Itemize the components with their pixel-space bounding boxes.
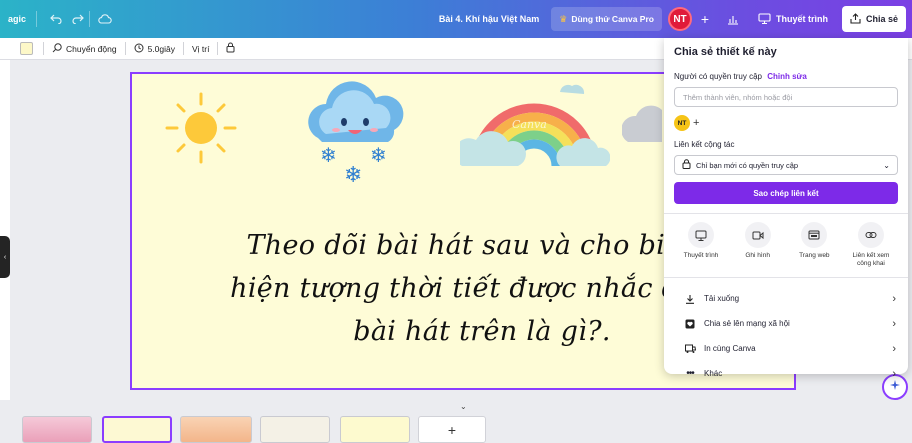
top-bar: agic Bài 4. Khí hậu Việt Nam ♛ Dùng thử … [0, 0, 912, 38]
more-label: Khác [704, 369, 723, 378]
divider [664, 277, 908, 278]
member-avatar[interactable]: NT [674, 115, 690, 131]
more-row[interactable]: ••• Khác › [674, 361, 898, 386]
redo-icon[interactable] [67, 8, 89, 30]
access-option-label: Chỉ bạn mới có quyền truy cập [696, 160, 799, 170]
share-option-label: Trang web [799, 252, 830, 259]
share-option-label: Ghi hình [745, 252, 770, 259]
clock-icon [134, 43, 144, 55]
download-icon [684, 294, 696, 304]
public-link-icon [857, 222, 884, 248]
share-panel-title: Chia sẻ thiết kế này [674, 46, 777, 58]
page-thumbnail[interactable] [22, 416, 92, 443]
edit-access-link[interactable]: Chỉnh sửa [767, 72, 807, 81]
grey-cloud-illustration [622, 105, 662, 142]
svg-text:❄: ❄ [344, 162, 362, 187]
undo-icon[interactable] [45, 8, 67, 30]
record-icon [744, 222, 771, 248]
share-option-label: Thuyết trình [683, 252, 719, 259]
magic-switch-label[interactable]: agic [0, 14, 36, 24]
chevron-left-icon: ‹ [3, 253, 7, 261]
members-row: NT + [674, 115, 898, 131]
svg-text:❄: ❄ [370, 145, 387, 167]
share-button[interactable]: Chia sẻ [841, 6, 906, 32]
share-option-record[interactable]: Ghi hình [733, 222, 783, 268]
share-option-present[interactable]: Thuyết trình [676, 222, 726, 268]
download-row[interactable]: Tải xuống › [674, 286, 898, 311]
chevron-down-icon: ⌄ [883, 160, 890, 170]
social-share-row[interactable]: Chia sẻ lên mạng xã hội › [674, 311, 898, 336]
chevron-right-icon: › [892, 292, 896, 305]
access-label: Người có quyền truy cập [674, 72, 762, 81]
collab-link-label: Liên kết cộng tác [674, 140, 735, 149]
analytics-icon[interactable] [722, 8, 744, 30]
duration-button[interactable]: 5.0giây [126, 38, 183, 59]
social-icon [684, 319, 696, 329]
present-icon [758, 12, 771, 26]
lock-icon [226, 42, 235, 55]
chevron-right-icon: › [892, 317, 896, 330]
position-label: Vị trí [192, 43, 210, 54]
download-label: Tải xuống [704, 294, 740, 303]
document-title[interactable]: Bài 4. Khí hậu Việt Nam [439, 14, 539, 24]
share-actions-list: Tải xuống › Chia sẻ lên mạng xã hội › In… [674, 286, 898, 386]
user-avatar[interactable]: NT [667, 7, 692, 31]
add-member-icon[interactable]: + [693, 117, 699, 129]
page-thumbnail[interactable] [180, 416, 252, 443]
divider [664, 213, 908, 214]
page-thumbnail-active[interactable] [102, 416, 172, 443]
crown-icon: ♛ [559, 13, 568, 24]
share-option-label: Liên kết xem công khai [852, 252, 890, 267]
copy-link-button[interactable]: Sao chép liên kết [674, 182, 898, 204]
animation-label: Chuyển động [66, 43, 117, 54]
add-member-input[interactable]: Thêm thành viên, nhóm hoặc đội [674, 87, 898, 107]
access-heading: Người có quyền truy cập Chỉnh sửa [674, 72, 898, 81]
print-row[interactable]: In cùng Canva › [674, 336, 898, 361]
share-options: Thuyết trình Ghi hình Trang web Liên kết… [674, 222, 898, 268]
access-dropdown[interactable]: Chỉ bạn mới có quyền truy cập ⌄ [674, 155, 898, 175]
present-label: Thuyết trình [775, 14, 828, 24]
chevron-right-icon: › [892, 342, 896, 355]
lock-icon [682, 159, 691, 171]
print-label: In cùng Canva [704, 344, 756, 353]
add-collaborator-icon[interactable]: + [698, 11, 712, 27]
toolbar-divider [89, 11, 91, 27]
position-button[interactable]: Vị trí [184, 38, 217, 59]
share-option-public-link[interactable]: Liên kết xem công khai [846, 222, 896, 268]
toolbar-divider [36, 11, 38, 27]
panel-toggle-handle[interactable]: ‹ [0, 236, 10, 278]
present-button[interactable]: Thuyết trình [750, 7, 836, 31]
share-panel: Chia sẻ thiết kế này Người có quyền truy… [664, 38, 908, 380]
background-color-swatch[interactable] [20, 42, 33, 55]
website-icon [801, 222, 828, 248]
rainbow-watermark: Canva [512, 118, 547, 131]
svg-text:❄: ❄ [320, 145, 337, 167]
print-icon [684, 344, 696, 353]
try-pro-button[interactable]: ♛ Dùng thử Canva Pro [551, 7, 662, 31]
chevron-down-icon[interactable]: ⌄ [460, 402, 467, 411]
duration-label: 5.0giây [147, 43, 175, 54]
page-thumbnail[interactable] [340, 416, 410, 443]
share-icon [850, 12, 861, 26]
social-share-label: Chia sẻ lên mạng xã hội [704, 319, 790, 328]
animation-button[interactable]: Chuyển động [44, 38, 125, 59]
more-icon: ••• [686, 368, 695, 379]
add-page-button[interactable]: + [418, 416, 486, 443]
chevron-right-icon: › [892, 367, 896, 380]
animation-icon [52, 42, 62, 55]
left-panel-edge [0, 60, 10, 400]
present-icon [688, 222, 714, 248]
sun-illustration [165, 92, 237, 164]
cloud-save-icon[interactable] [94, 8, 116, 30]
share-option-website[interactable]: Trang web [789, 222, 839, 268]
try-pro-label: Dùng thử Canva Pro [571, 14, 654, 24]
lock-button[interactable] [218, 38, 243, 59]
page-thumbnail[interactable] [260, 416, 330, 443]
share-label: Chia sẻ [865, 14, 898, 24]
snow-cloud-illustration: ❄ ❄ ❄ [308, 81, 404, 187]
